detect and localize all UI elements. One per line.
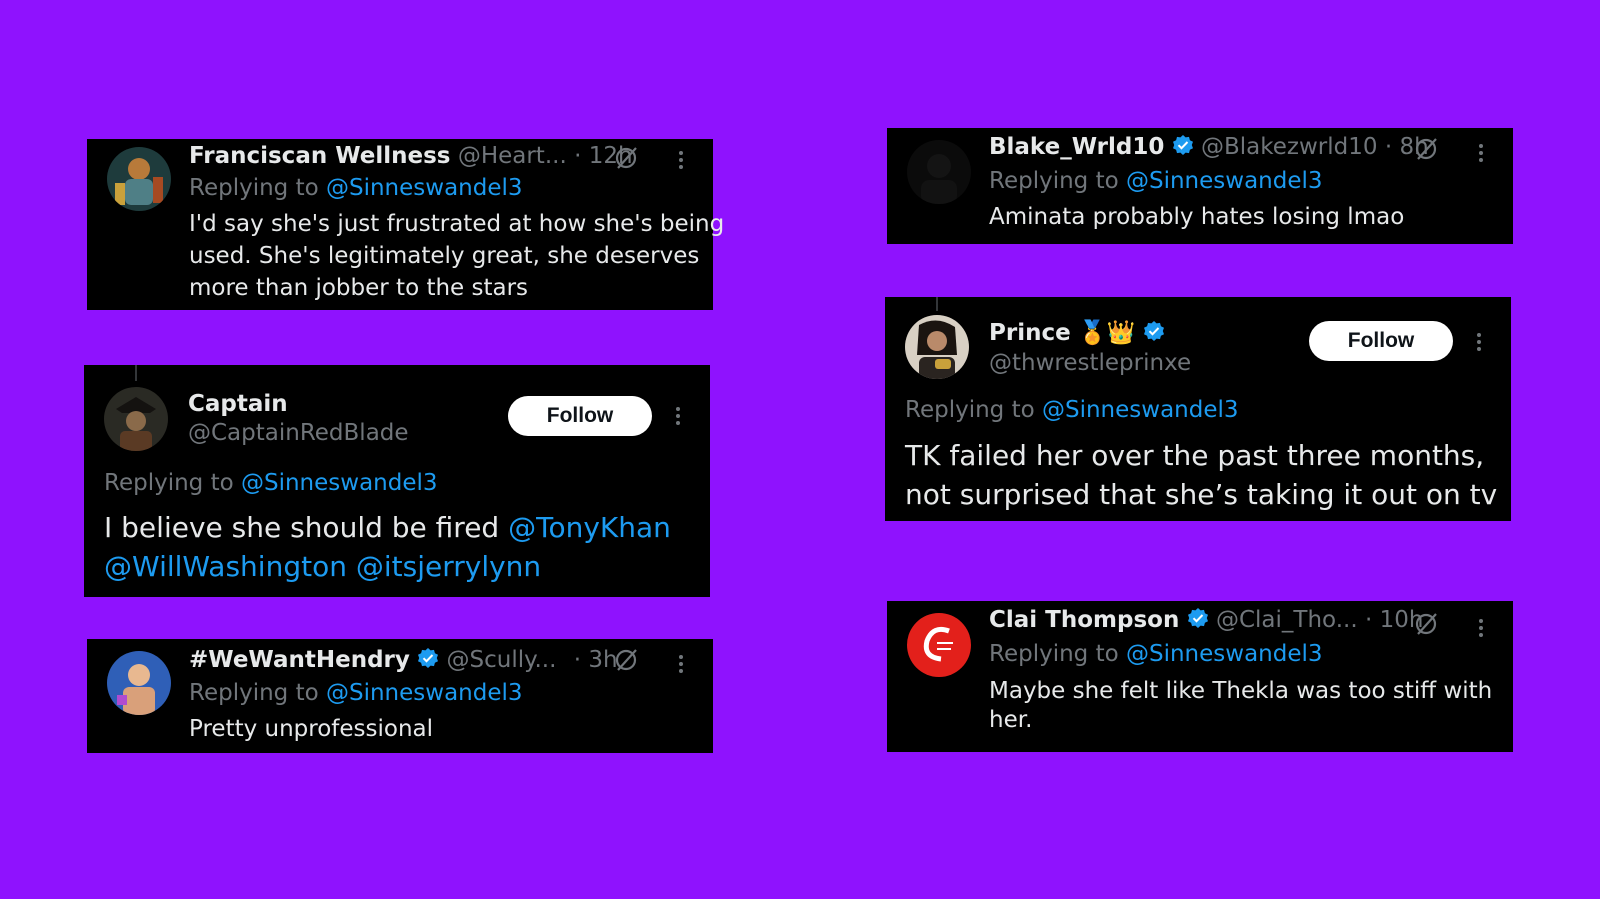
more-options-icon[interactable] [679,655,683,673]
avatar-belt-holder-icon [905,315,969,379]
tweet-card[interactable]: #WeWantHendry @Scully... · 3h Replying t… [87,639,713,753]
follow-button[interactable]: Follow [508,396,652,436]
avatar-red-logo-icon [907,613,971,677]
tweet-text-line: more than jobber to the stars [189,275,529,301]
tweet-card[interactable]: Prince 🏅👑 @thwrestleprinxe Follow Replyi… [885,297,1511,521]
avatar[interactable] [104,387,168,451]
tweet-text: Aminata probably hates losing lmao [989,204,1405,230]
thread-line [135,365,137,381]
replying-label: Replying to [189,175,319,201]
tweet-card[interactable]: Franciscan Wellness @Heart... · 12h Repl… [87,139,724,310]
avatar[interactable] [107,651,171,715]
replying-label: Replying to [989,641,1119,667]
verified-badge-icon [1172,135,1193,155]
tweet-text: Pretty unprofessional [189,716,434,742]
avatar-dark-icon [907,140,971,204]
tweet-text-line: not surprised that she’s taking it out o… [905,478,1498,511]
display-name[interactable]: Clai Thompson [989,607,1179,633]
grok-icon[interactable] [613,145,639,171]
follow-button[interactable]: Follow [1309,321,1453,361]
more-options-icon[interactable] [1477,333,1481,351]
user-handle[interactable]: @CaptainRedBlade [188,420,409,446]
timestamp[interactable]: · 3h [574,647,618,673]
mention-link[interactable]: @TonyKhan [508,511,671,544]
tweet-text: I believe she should be fired [104,511,500,544]
display-name[interactable]: Prince [989,320,1071,346]
grok-icon[interactable] [1413,136,1439,162]
grok-icon[interactable] [613,647,639,673]
avatar-pirate-icon [104,387,168,451]
replying-to-mention[interactable]: @Sinneswandel3 [1126,641,1323,667]
replying-label: Replying to [989,168,1119,194]
replying-label: Replying to [189,680,319,706]
more-options-icon[interactable] [676,407,680,425]
display-name[interactable]: Captain [188,391,288,417]
tweet-card[interactable]: Clai Thompson @Clai_Tho... · 10h Replyin… [887,601,1513,752]
name-emoji: 🏅👑 [1078,320,1136,346]
verified-badge-icon [1143,321,1164,341]
tweet-card[interactable]: Captain @CaptainRedBlade Follow Replying… [84,365,710,597]
avatar[interactable] [107,147,171,211]
replying-label: Replying to [104,470,234,496]
replying-to-mention[interactable]: @Sinneswandel3 [1042,397,1239,423]
display-name[interactable]: #WeWantHendry [189,647,410,673]
avatar[interactable] [905,315,969,379]
replying-to-mention[interactable]: @Sinneswandel3 [326,175,523,201]
replying-to-mention[interactable]: @Sinneswandel3 [241,470,438,496]
grok-icon[interactable] [1413,611,1439,637]
avatar-armor-figure-icon [107,147,171,211]
user-handle[interactable]: @thwrestleprinxe [989,350,1191,376]
mention-link[interactable]: @itsjerrylynn [356,550,541,583]
display-name[interactable]: Blake_Wrld10 [989,134,1164,160]
tweet-text-line: Maybe she felt like Thekla was too stiff… [989,678,1493,704]
tweet-text-line: TK failed her over the past three months… [905,439,1485,472]
more-options-icon[interactable] [1479,619,1483,637]
user-handle[interactable]: @Blakezwrld10 [1201,134,1378,160]
user-handle[interactable]: @Heart... [458,143,567,169]
mention-link[interactable]: @WillWashington [104,550,347,583]
more-options-icon[interactable] [679,151,683,169]
user-handle[interactable]: @Clai_Tho... [1216,607,1358,633]
more-options-icon[interactable] [1479,144,1483,162]
display-name[interactable]: Franciscan Wellness [189,143,451,169]
replying-to-mention[interactable]: @Sinneswandel3 [1126,168,1323,194]
user-handle[interactable]: @Scully... [447,647,557,673]
tweet-text-line: I'd say she's just frustrated at how she… [189,211,725,237]
tweet-text-line: used. She's legitimately great, she dese… [189,243,700,269]
verified-badge-icon [1187,608,1208,628]
replying-label: Replying to [905,397,1035,423]
tweet-card[interactable]: Blake_Wrld10 @Blakezwrld10 · 8h Replying… [887,128,1513,244]
thread-line [936,297,938,311]
replying-to-mention[interactable]: @Sinneswandel3 [326,680,523,706]
verified-badge-icon [418,648,439,668]
avatar[interactable] [907,613,971,677]
avatar-wrestler-icon [107,651,171,715]
avatar[interactable] [907,140,971,204]
tweet-text-line: her. [989,707,1033,733]
